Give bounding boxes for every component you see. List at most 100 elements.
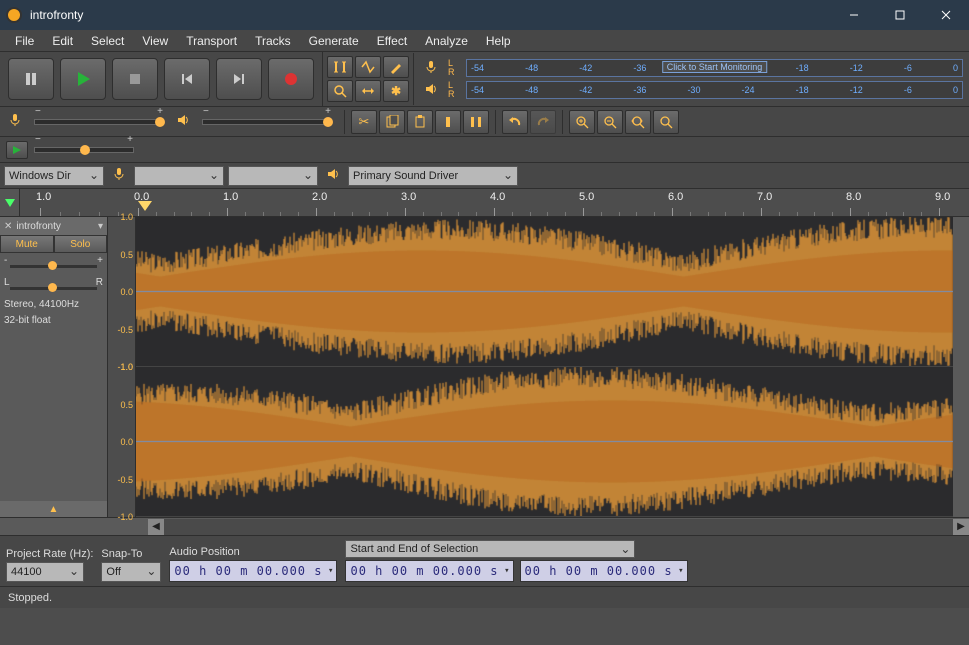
cut-button[interactable]: ✂ — [351, 110, 377, 134]
fit-selection-button[interactable] — [625, 110, 651, 134]
play-device-icon — [322, 167, 344, 184]
play-level-icon — [172, 113, 194, 130]
solo-button[interactable]: Solo — [54, 235, 108, 253]
audio-position-label: Audio Position — [169, 546, 337, 558]
status-text: Stopped. — [8, 592, 52, 604]
menu-help[interactable]: Help — [477, 32, 520, 50]
redo-button[interactable] — [530, 110, 556, 134]
timeshift-tool-icon[interactable] — [355, 80, 381, 102]
menu-tracks[interactable]: Tracks — [246, 32, 300, 50]
timeline-ruler[interactable]: 1.00.01.02.03.04.05.06.07.08.09.0 — [0, 189, 969, 217]
track-collapse-icon[interactable]: ▲ — [0, 501, 107, 517]
fit-project-button[interactable] — [653, 110, 679, 134]
selection-tool-icon[interactable] — [327, 56, 353, 78]
menu-effect[interactable]: Effect — [368, 32, 416, 50]
rec-device-icon — [108, 167, 130, 184]
play-level-slider[interactable]: −+ — [202, 119, 332, 125]
play-button[interactable] — [60, 58, 106, 100]
playback-meter[interactable]: -54-48-42-36-30-24-18-12-60 — [466, 81, 963, 99]
meters: LR -54-48-42-36-30-24-18-12-60 Click to … — [413, 53, 969, 105]
status-bar: Stopped. — [0, 586, 969, 608]
zoom-in-button[interactable] — [569, 110, 595, 134]
copy-button[interactable] — [379, 110, 405, 134]
track-control-panel: ✕ introfronty ▾ Mute Solo - + L R Stereo… — [0, 217, 108, 517]
menu-transport[interactable]: Transport — [177, 32, 246, 50]
draw-tool-icon[interactable] — [383, 56, 409, 78]
selection-toolbar: Project Rate (Hz): 44100 Snap-To Off Aud… — [0, 535, 969, 586]
pause-button[interactable] — [8, 58, 54, 100]
waveform-area[interactable] — [136, 217, 953, 517]
rec-device-combo[interactable] — [134, 166, 224, 186]
envelope-tool-icon[interactable] — [355, 56, 381, 78]
play-device-combo[interactable]: Primary Sound Driver — [348, 166, 518, 186]
waveform-right[interactable] — [136, 367, 953, 517]
speaker-icon[interactable] — [420, 82, 442, 99]
menu-view[interactable]: View — [133, 32, 177, 50]
title-bar: introfronty — [0, 0, 969, 30]
close-button[interactable] — [923, 0, 969, 30]
silence-button[interactable] — [463, 110, 489, 134]
menu-edit[interactable]: Edit — [43, 32, 82, 50]
vertical-ruler: 1.00.50.0-0.5-1.0 1.00.50.0-0.5-1.0 — [108, 217, 136, 517]
rec-level-slider[interactable]: −+ — [34, 119, 164, 125]
selection-start-field[interactable]: 00 h 00 m 00.000 s — [345, 560, 513, 582]
horizontal-scrollbar[interactable]: ◀ ▶ — [0, 517, 969, 535]
menu-generate[interactable]: Generate — [300, 32, 368, 50]
track-area: ✕ introfronty ▾ Mute Solo - + L R Stereo… — [0, 217, 969, 517]
paste-button[interactable] — [407, 110, 433, 134]
selection-end-field[interactable]: 00 h 00 m 00.000 s — [520, 560, 688, 582]
minimize-button[interactable] — [831, 0, 877, 30]
trim-button[interactable] — [435, 110, 461, 134]
menu-analyze[interactable]: Analyze — [416, 32, 477, 50]
stop-button[interactable] — [112, 58, 158, 100]
maximize-button[interactable] — [877, 0, 923, 30]
audio-position-field[interactable]: 00 h 00 m 00.000 s — [169, 560, 337, 582]
rec-meter-lr: LR — [448, 59, 460, 77]
track-bitdepth: 32-bit float — [0, 313, 107, 329]
undo-button[interactable] — [502, 110, 528, 134]
skip-end-button[interactable] — [216, 58, 262, 100]
snap-to-combo[interactable]: Off — [101, 562, 161, 582]
menu-file[interactable]: File — [6, 32, 43, 50]
device-toolbar: Windows Dir Primary Sound Driver — [0, 163, 969, 189]
toolbar-row-1: ✱ LR -54-48-42-36-30-24-18-12-60 Click t… — [0, 52, 969, 107]
project-rate-combo[interactable]: 44100 — [6, 562, 84, 582]
multi-tool-icon[interactable]: ✱ — [383, 80, 409, 102]
start-monitoring-caption[interactable]: Click to Start Monitoring — [662, 61, 768, 73]
mic-icon[interactable] — [420, 60, 442, 77]
rec-channels-combo[interactable] — [228, 166, 318, 186]
record-button[interactable] — [268, 58, 314, 100]
toolbars: ✱ LR -54-48-42-36-30-24-18-12-60 Click t… — [0, 52, 969, 189]
rec-level-icon — [4, 113, 26, 130]
window-title: introfronty — [30, 8, 831, 22]
selection-mode-combo[interactable]: Start and End of Selection — [345, 540, 635, 558]
track-close-icon[interactable]: ✕ — [4, 221, 12, 232]
playback-speed-slider[interactable]: −+ — [34, 147, 134, 153]
menu-select[interactable]: Select — [82, 32, 133, 50]
skip-start-button[interactable] — [164, 58, 210, 100]
play-at-speed-button[interactable] — [6, 141, 28, 159]
zoom-tool-icon[interactable] — [327, 80, 353, 102]
track-format: Stereo, 44100Hz — [0, 297, 107, 313]
scroll-right-icon[interactable]: ▶ — [953, 519, 969, 535]
gain-slider[interactable]: - + — [0, 253, 107, 275]
zoom-out-button[interactable] — [597, 110, 623, 134]
pan-slider[interactable]: L R — [0, 275, 107, 297]
audio-host-combo[interactable]: Windows Dir — [4, 166, 104, 186]
record-meter[interactable]: -54-48-42-36-30-24-18-12-60 Click to Sta… — [466, 59, 963, 77]
vertical-scrollbar[interactable] — [953, 217, 969, 517]
mute-button[interactable]: Mute — [0, 235, 54, 253]
timeline-options-icon[interactable] — [0, 189, 20, 216]
toolbar-row-2: −+ −+ ✂ — [0, 107, 969, 137]
menu-bar: File Edit Select View Transport Tracks G… — [0, 30, 969, 52]
track-name-row[interactable]: ✕ introfronty ▾ — [0, 217, 107, 235]
play-meter-lr: LR — [448, 81, 460, 99]
track-name: introfronty — [16, 221, 60, 232]
waveform-left[interactable] — [136, 217, 953, 367]
scroll-left-icon[interactable]: ◀ — [148, 519, 164, 535]
track-menu-icon[interactable]: ▾ — [98, 221, 103, 232]
toolbar-row-3: −+ — [0, 137, 969, 163]
app-icon — [6, 7, 22, 23]
transport-toolbar — [0, 52, 322, 106]
snap-to-label: Snap-To — [101, 548, 161, 560]
